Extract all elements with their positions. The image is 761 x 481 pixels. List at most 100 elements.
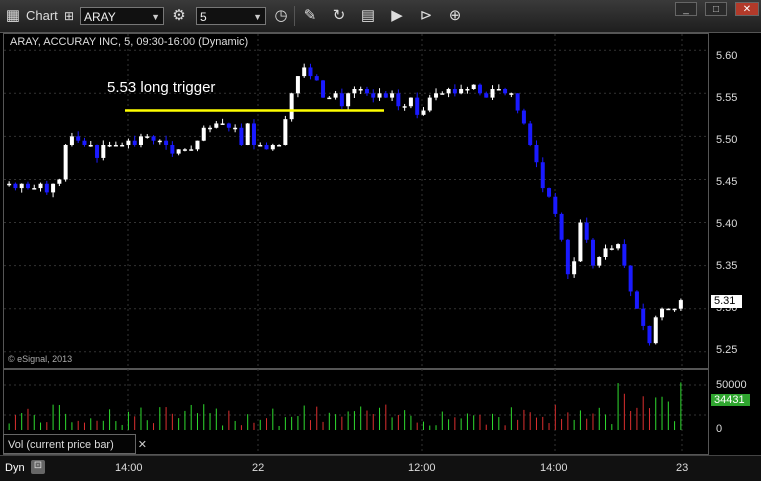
candle-body [76, 136, 81, 141]
trigger-annotation: 5.53 long trigger [107, 79, 216, 96]
candle-body [302, 67, 307, 77]
candle-body [547, 188, 552, 197]
candle-body [515, 93, 520, 111]
candle-body [51, 183, 56, 193]
candle-body [295, 76, 300, 94]
candle-body [308, 67, 313, 77]
x-tick: 22 [252, 462, 265, 474]
candle-body [327, 97, 332, 100]
x-tick: 23 [676, 462, 689, 474]
candle-body [434, 93, 439, 98]
candle-body [283, 119, 288, 145]
candle-body [95, 145, 100, 158]
candle-body [176, 149, 181, 154]
candle-body [383, 93, 388, 98]
candle-body [364, 89, 369, 94]
candle-body [597, 257, 602, 266]
candle-body [634, 291, 639, 309]
price-axis[interactable]: 5.60 5.55 5.50 5.45 5.40 5.35 5.30 5.25 [710, 33, 761, 369]
candle-body [628, 265, 633, 292]
candle-body [245, 123, 250, 145]
candle-body [145, 136, 150, 138]
candle-body [358, 89, 363, 91]
candle-body [509, 93, 514, 95]
candle-body [44, 183, 49, 193]
candle-body [641, 308, 646, 326]
candle-body [264, 145, 269, 150]
candle-body [427, 97, 432, 111]
copyright: © eSignal, 2013 [8, 354, 73, 364]
x-tick: 14:00 [540, 462, 568, 474]
y-tick: 5.45 [716, 176, 738, 188]
candle-body [471, 84, 476, 89]
y-tick: 5.55 [716, 92, 738, 104]
candle-body [195, 140, 200, 150]
last-price-tag: 5.31 [711, 295, 742, 308]
candle-body [157, 140, 162, 143]
candle-body [666, 308, 671, 311]
x-tick: 14:00 [115, 462, 143, 474]
candle-body [528, 123, 533, 145]
candle-body [151, 136, 156, 141]
candle-body [107, 145, 112, 147]
x-tick: 12:00 [408, 462, 436, 474]
candle-body [590, 239, 595, 266]
candle-body [333, 93, 338, 98]
candle-body [660, 308, 665, 318]
candle-body [346, 93, 351, 107]
candle-body [164, 140, 169, 145]
volume-legend-label: Vol (current price bar) [8, 439, 114, 451]
candle-body [220, 123, 225, 125]
candle-body [540, 162, 545, 189]
time-axis[interactable]: Dyn ⊡ 14:00 22 12:00 14:00 23 [0, 455, 761, 481]
candle-body [138, 136, 143, 145]
candle-body [452, 89, 457, 94]
candle-body [170, 145, 175, 154]
candle-body [603, 248, 608, 257]
candle-body [446, 89, 451, 94]
y-tick: 5.50 [716, 134, 738, 146]
candle-body [239, 127, 244, 145]
candle-body [503, 89, 508, 94]
candle-body [13, 183, 18, 189]
candle-body [672, 308, 677, 311]
volume-axis[interactable]: 50000 0 [710, 369, 761, 455]
candle-body [214, 123, 219, 128]
candle-body [69, 136, 74, 145]
footer-label: Dyn [5, 462, 25, 474]
candle-body [226, 123, 231, 128]
candle-body [38, 183, 43, 189]
candle-body [622, 244, 627, 266]
close-icon[interactable]: ✕ [138, 435, 147, 455]
candle-body [251, 123, 256, 145]
candle-body [7, 183, 12, 186]
volume-legend[interactable]: Vol (current price bar) ✕ [3, 434, 147, 454]
candle-body [321, 80, 326, 98]
candle-body [521, 110, 526, 124]
candle-body [101, 145, 106, 158]
candle-body [408, 97, 413, 107]
candle-body [63, 145, 68, 180]
candle-body [647, 325, 652, 344]
y-tick: 5.35 [716, 260, 738, 272]
candle-body [477, 84, 482, 94]
candle-body [534, 145, 539, 163]
y-tick: 5.60 [716, 50, 738, 62]
candle-body [653, 317, 658, 344]
candle-body [465, 89, 470, 91]
candle-body [616, 244, 621, 249]
lock-icon[interactable]: ⊡ [31, 460, 45, 474]
candle-body [490, 89, 495, 98]
y-tick: 5.40 [716, 218, 738, 230]
volume-tick: 50000 [716, 379, 747, 391]
candle-body [339, 93, 344, 107]
candle-body [565, 239, 570, 275]
candle-body [277, 145, 282, 147]
candle-body [189, 149, 194, 151]
volume-tick: 0 [716, 423, 723, 435]
candle-body [233, 127, 238, 130]
candle-body [572, 261, 577, 275]
candle-body [559, 213, 564, 240]
candle-body [88, 145, 93, 147]
candle-body [57, 179, 62, 184]
